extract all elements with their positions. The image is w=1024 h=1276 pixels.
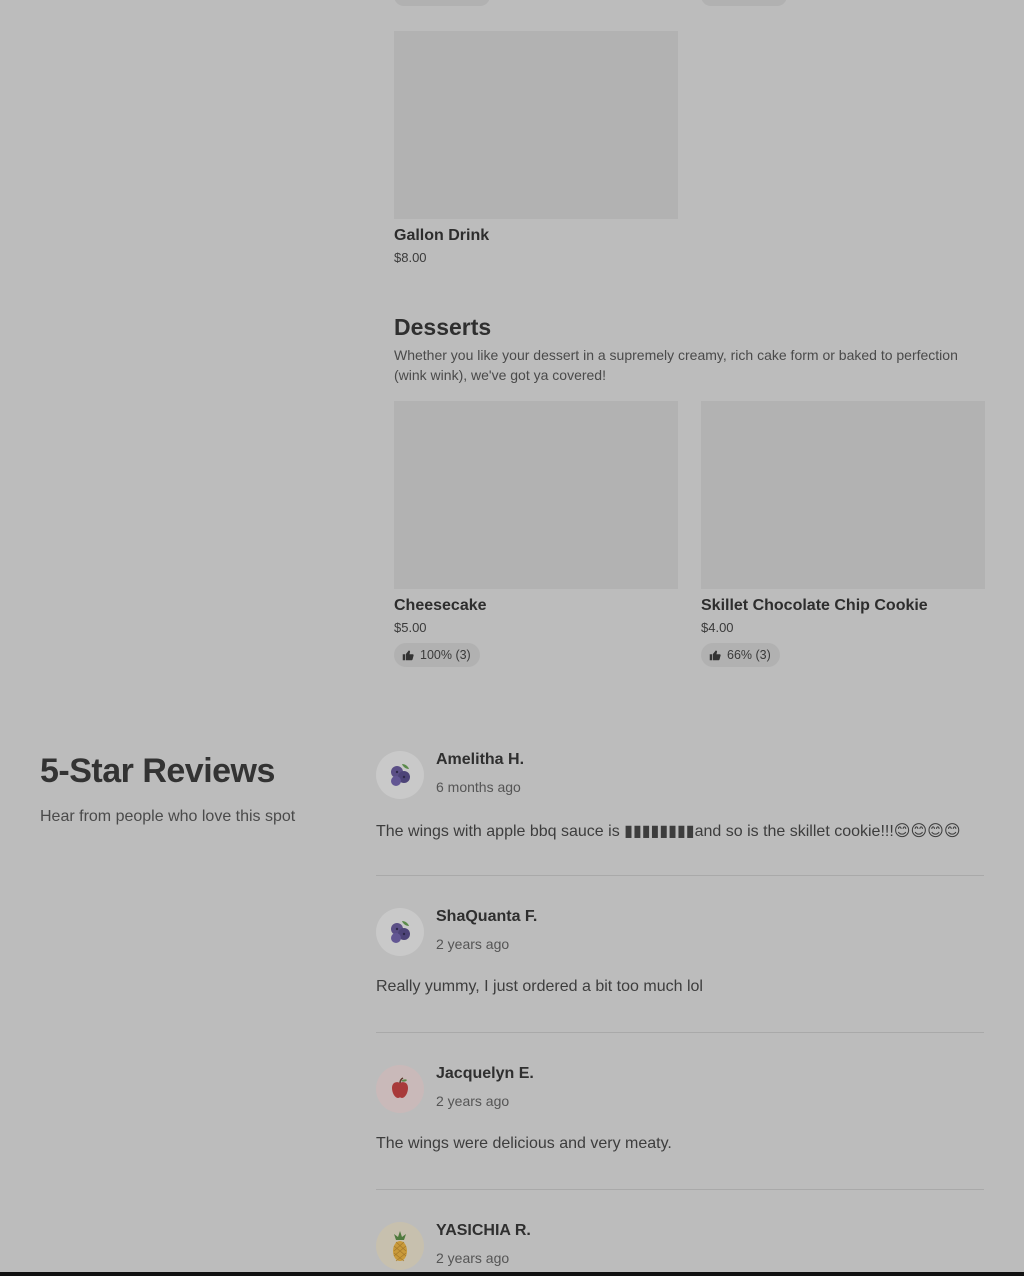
pineapple-icon (393, 1231, 407, 1262)
review-date: 2 years ago (436, 1250, 510, 1266)
item-price: $8.00 (394, 250, 427, 265)
section-description: Whether you like your dessert in a supre… (394, 347, 958, 383)
bottom-edge-bar (0, 1272, 1024, 1276)
rating-chip-clipped[interactable] (701, 0, 787, 6)
review-author: ShaQuanta F. (436, 908, 538, 925)
reviews-title: 5-Star Reviews (40, 752, 275, 790)
review-date: 2 years ago (436, 936, 510, 952)
item-name: Gallon Drink (394, 227, 490, 244)
avatar (376, 1065, 424, 1113)
rating-chip: 66% (3) (701, 643, 780, 667)
avatar (376, 908, 424, 956)
item-price: $4.00 (701, 620, 734, 635)
avatar (376, 1222, 424, 1270)
review-author: YASICHIA R. (436, 1222, 531, 1239)
item-image-placeholder (701, 401, 985, 589)
divider (376, 875, 984, 876)
menu-item-gallon-drink[interactable]: Gallon Drink $8.00 (394, 31, 678, 267)
review-date: 6 months ago (436, 779, 521, 795)
store-page: Gallon Drink $8.00 Desserts Whether you … (0, 0, 1024, 1276)
reviews-subtitle: Hear from people who love this spot (40, 808, 296, 825)
menu-item-skillet-cookie[interactable]: Skillet Chocolate Chip Cookie $4.00 66% … (701, 401, 985, 667)
avatar (376, 751, 424, 799)
rating-chip-clipped[interactable] (394, 0, 490, 6)
rating-text: 100% (3) (420, 648, 471, 662)
item-price: $5.00 (394, 620, 427, 635)
item-name: Skillet Chocolate Chip Cookie (701, 597, 928, 614)
review-text: The wings were delicious and very meaty. (376, 1135, 672, 1152)
divider (376, 1032, 984, 1033)
thumbs-up-icon (709, 650, 721, 661)
menu-item-cheesecake[interactable]: Cheesecake $5.00 100% (3) (394, 401, 678, 667)
review-text: The wings with apple bbq sauce is ▮▮▮▮▮▮… (376, 823, 961, 840)
divider (376, 1189, 984, 1190)
rating-text: 66% (3) (727, 648, 771, 662)
item-image-placeholder (394, 401, 678, 589)
review-date: 2 years ago (436, 1093, 510, 1109)
review-author: Jacquelyn E. (436, 1065, 534, 1082)
apple-icon (392, 1077, 408, 1098)
item-image-placeholder (394, 31, 678, 219)
thumbs-up-icon (402, 650, 414, 661)
item-name: Cheesecake (394, 597, 487, 614)
rating-chip: 100% (3) (394, 643, 480, 667)
review-author: Amelitha H. (436, 751, 525, 768)
blueberry-icon (391, 764, 410, 786)
blueberry-icon (391, 921, 410, 943)
review-text: Really yummy, I just ordered a bit too m… (376, 978, 703, 995)
section-title-desserts: Desserts (394, 314, 492, 340)
